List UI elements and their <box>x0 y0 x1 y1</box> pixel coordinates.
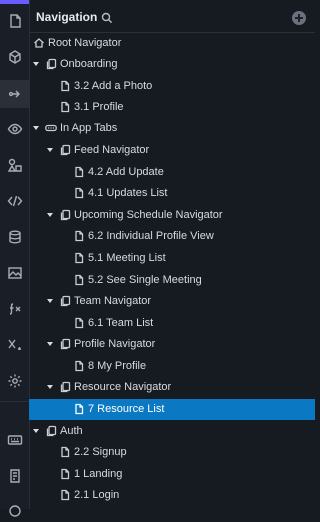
tree-item-label: Feed Navigator <box>74 144 150 156</box>
chevron-down-icon[interactable] <box>47 383 55 391</box>
tree-group-row[interactable]: Team Navigator <box>29 291 315 312</box>
tree-item-row[interactable]: 2.2 Signup <box>29 442 315 463</box>
tree-item-label: Auth <box>60 425 83 437</box>
tree-group-row[interactable]: Feed Navigator <box>29 140 315 161</box>
tree-group-row[interactable]: Upcoming Schedule Navigator <box>29 205 315 226</box>
tree-item-row[interactable]: 5.1 Meeting List <box>29 248 315 269</box>
stack-icon <box>45 58 57 70</box>
page-icon <box>59 489 71 501</box>
navigation-icon[interactable] <box>0 80 29 108</box>
add-circle-icon[interactable] <box>292 11 306 25</box>
chevron-down-icon[interactable] <box>33 427 41 435</box>
tree-item-label: 3.2 Add a Photo <box>74 80 153 92</box>
search-icon[interactable] <box>101 11 113 24</box>
tree-item-label: Root Navigator <box>48 37 122 49</box>
tree-item-row[interactable]: 4.1 Updates List <box>29 183 315 204</box>
panel-title: Navigation <box>36 10 98 24</box>
tree-item-row[interactable]: 6.1 Team List <box>29 313 315 334</box>
accent-bar <box>0 0 29 4</box>
tree-group-row[interactable]: Onboarding <box>29 54 315 75</box>
tabs-icon <box>45 122 57 134</box>
keyboard-icon[interactable] <box>0 429 29 451</box>
page-icon <box>73 187 85 199</box>
tree-group-row[interactable]: Profile Navigator <box>29 334 315 355</box>
tool-rail <box>0 0 30 517</box>
chevron-down-icon[interactable] <box>47 146 55 154</box>
rail-divider <box>0 401 29 402</box>
page-icon <box>73 274 85 286</box>
database-icon[interactable] <box>0 226 29 248</box>
tree-item-label: Resource Navigator <box>74 381 172 393</box>
tree-group-row[interactable]: In App Tabs <box>29 118 315 139</box>
navigation-panel: Navigation Root Navigator Onboarding 3.2 A… <box>29 0 315 509</box>
tree-item-label: 6.1 Team List <box>88 317 154 329</box>
tree-item-row[interactable]: 3.2 Add a Photo <box>29 76 315 97</box>
page-icon <box>73 252 85 264</box>
tree-item-row[interactable]: 5.2 See Single Meeting <box>29 270 315 291</box>
tree-item-row[interactable]: 1 Landing <box>29 464 315 485</box>
tree-item-label: 3.1 Profile <box>74 101 124 113</box>
tree-item-label: 4.1 Updates List <box>88 187 168 199</box>
components-icon[interactable] <box>0 46 29 68</box>
functions-icon[interactable] <box>0 298 29 320</box>
tree-item-row[interactable]: 3.1 Profile <box>29 97 315 118</box>
tree-item-label: 4.2 Add Update <box>88 166 164 178</box>
more-icon[interactable] <box>0 500 29 522</box>
tree-item-row[interactable]: Root Navigator <box>29 33 315 54</box>
page-icon <box>59 446 71 458</box>
tree-item-label: Onboarding <box>60 58 118 70</box>
tree-item-label: 2.2 Signup <box>74 446 127 458</box>
docs-icon[interactable] <box>0 465 29 487</box>
media-icon[interactable] <box>0 262 29 284</box>
home-icon <box>33 37 45 49</box>
tree-item-label: 2.1 Login <box>74 489 120 501</box>
tree-item-row[interactable]: 6.2 Individual Profile View <box>29 226 315 247</box>
pages-icon[interactable] <box>0 10 29 32</box>
tree-item-label: 6.2 Individual Profile View <box>88 230 214 242</box>
page-icon <box>73 166 85 178</box>
chevron-down-icon[interactable] <box>47 297 55 305</box>
page-icon <box>73 403 85 415</box>
tree-item-label: 1 Landing <box>74 468 123 480</box>
tree-item-label: Team Navigator <box>74 295 152 307</box>
tree-item-row[interactable]: 2.1 Login <box>29 485 315 506</box>
stack-icon <box>45 425 57 437</box>
panel-header: Navigation <box>29 0 315 33</box>
preview-icon[interactable] <box>0 118 29 140</box>
chevron-down-icon[interactable] <box>33 124 41 132</box>
settings-icon[interactable] <box>0 370 29 392</box>
page-icon <box>73 360 85 372</box>
stack-icon <box>59 295 71 307</box>
tree-item-row[interactable]: 8 My Profile <box>29 356 315 377</box>
page-icon <box>59 80 71 92</box>
tree-item-label: 5.1 Meeting List <box>88 252 166 264</box>
tree-item-label: 8 My Profile <box>88 360 147 372</box>
stack-icon <box>59 338 71 350</box>
tree-item-label: In App Tabs <box>60 122 118 134</box>
chevron-down-icon[interactable] <box>33 60 41 68</box>
tree-item-label: Upcoming Schedule Navigator <box>74 209 223 221</box>
chevron-down-icon[interactable] <box>47 211 55 219</box>
tree-item-row[interactable]: 4.2 Add Update <box>29 162 315 183</box>
stack-icon <box>59 381 71 393</box>
page-icon <box>73 230 85 242</box>
page-icon <box>73 317 85 329</box>
tree-item-label: 5.2 See Single Meeting <box>88 274 202 286</box>
code-icon[interactable] <box>0 190 29 212</box>
stack-icon <box>59 209 71 221</box>
tree-item-row[interactable]: 7 Resource List <box>29 399 315 420</box>
tree-group-row[interactable]: Resource Navigator <box>29 377 315 398</box>
variables-icon[interactable] <box>0 334 29 356</box>
tree-group-row[interactable]: Auth <box>29 421 315 442</box>
tree-item-label: Profile Navigator <box>74 338 156 350</box>
page-icon <box>59 468 71 480</box>
stack-icon <box>59 144 71 156</box>
assets-icon[interactable] <box>0 154 29 176</box>
page-icon <box>59 101 71 113</box>
tree-item-label: 7 Resource List <box>88 403 165 415</box>
chevron-down-icon[interactable] <box>47 340 55 348</box>
